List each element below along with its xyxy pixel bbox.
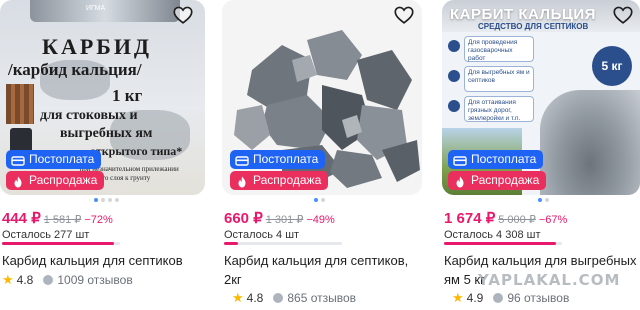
stock-bar <box>444 242 562 245</box>
pagination-dot[interactable] <box>115 198 119 202</box>
image-pagination <box>314 198 325 204</box>
pagination-dot[interactable] <box>538 198 542 202</box>
sale-label: Распродажа <box>29 173 98 187</box>
old-price: 5 000 ₽ <box>498 214 536 226</box>
discount-percent: −49% <box>306 214 335 226</box>
image-text: открытого типа* <box>90 144 183 158</box>
card-icon <box>453 154 467 166</box>
postpay-badge: Постоплата <box>6 150 102 169</box>
stock-bar-fill <box>444 242 557 245</box>
old-price: 1 301 ₽ <box>265 214 304 226</box>
bullet-icon <box>448 100 460 112</box>
product-title[interactable]: Карбид кальция для септиков, 2кг <box>224 251 408 289</box>
pagination-dot[interactable] <box>321 198 325 202</box>
pagination-dot[interactable] <box>108 198 112 202</box>
pagination-dot[interactable] <box>101 198 105 202</box>
reviews-count[interactable]: 1009 отзывов <box>57 273 132 287</box>
sale-label: Распродажа <box>253 173 322 187</box>
image-pagination <box>94 198 119 204</box>
bullet-icon <box>448 40 460 52</box>
sale-label: Распродажа <box>471 173 540 187</box>
image-pagination <box>538 198 549 204</box>
image-text: /карбид кальция/ <box>8 60 142 79</box>
fire-icon <box>453 175 467 187</box>
stock-bar-fill <box>2 242 115 245</box>
sale-badge: Распродажа <box>448 171 547 190</box>
product-card[interactable]: Постоплата Распродажа 660 ₽1 301 ₽ −49% О… <box>222 0 422 310</box>
reviews-icon <box>493 293 504 303</box>
product-image[interactable]: Постоплата Распродажа <box>222 0 422 195</box>
rating-value: 4.8 <box>246 291 264 305</box>
reviews-count[interactable]: 96 отзывов <box>507 291 569 305</box>
product-card[interactable]: КАРБИТ КАЛЬЦИЯ СРЕДСТВО ДЛЯ СЕПТИКОВ Для… <box>442 0 640 310</box>
postpay-label: Постоплата <box>253 152 319 166</box>
favorite-heart-icon[interactable] <box>172 4 194 26</box>
discount-percent: −67% <box>538 214 568 226</box>
bullet-icon <box>448 70 460 82</box>
image-text: КАРБИД <box>42 34 153 59</box>
image-text: для стоковых и <box>40 108 138 123</box>
fire-icon <box>235 175 249 187</box>
stock-remaining: Осталось 4 шт <box>224 229 300 241</box>
product-title-line: 2кг <box>224 272 242 287</box>
favorite-heart-icon[interactable] <box>612 4 634 26</box>
old-price: 1 581 ₽ <box>43 214 82 226</box>
reviews-count[interactable]: 865 отзывов <box>287 291 356 305</box>
pagination-dot[interactable] <box>545 198 549 202</box>
reviews-icon <box>273 293 284 303</box>
stock-bar <box>224 242 342 245</box>
can-label: ИГМА <box>86 5 106 12</box>
postpay-label: Постоплата <box>471 152 537 166</box>
fence-illustration <box>6 84 34 124</box>
stock-remaining: Осталось 277 шт <box>2 229 90 241</box>
rating-value: 4.8 <box>16 273 34 287</box>
postpay-badge: Постоплата <box>230 150 326 169</box>
fire-icon <box>11 175 25 187</box>
discount-percent: −72% <box>84 214 113 226</box>
product-image[interactable]: КАРБИТ КАЛЬЦИЯ СРЕДСТВО ДЛЯ СЕПТИКОВ Для… <box>442 0 640 195</box>
star-icon: ★ <box>232 290 244 305</box>
current-price: 444 ₽ <box>2 210 41 227</box>
stock-bar-fill <box>224 242 239 245</box>
image-text: 1 кг <box>112 86 143 105</box>
rating-row: ★ 4.8 865 отзывов <box>232 290 356 306</box>
rating-row: ★ 4.9 96 отзывов <box>452 290 569 306</box>
pagination-dot[interactable] <box>94 198 98 202</box>
sale-badge: Распродажа <box>6 171 105 190</box>
image-tile: Для проведения газосварочных работ <box>464 36 534 62</box>
postpay-label: Постоплата <box>29 152 95 166</box>
price-row: 444 ₽1 581 ₽ −72% <box>2 209 113 228</box>
watermark: YAPLAKAL.COM <box>478 271 621 289</box>
image-subtitle: СРЕДСТВО ДЛЯ СЕПТИКОВ <box>478 22 589 31</box>
product-title-line: Карбид кальция для выгребных <box>444 253 637 268</box>
price-row: 1 674 ₽5 000 ₽ −67% <box>444 209 567 228</box>
current-price: 1 674 ₽ <box>444 210 496 227</box>
price-row: 660 ₽1 301 ₽ −49% <box>224 209 335 228</box>
reviews-icon <box>43 275 54 285</box>
carbide-pile-photo <box>540 90 640 195</box>
image-tile: Для оттаивания грязных дорог, землеройки… <box>464 96 534 122</box>
star-icon: ★ <box>452 290 464 305</box>
stock-bar <box>2 242 120 245</box>
weight-circle: 5 кг <box>592 46 632 86</box>
product-title-line: Карбид кальция для септиков, <box>224 253 409 268</box>
sale-badge: Распродажа <box>230 171 329 190</box>
stock-remaining: Осталось 4 308 шт <box>444 229 541 241</box>
image-tile: Для выгребных ям и септиков <box>464 66 534 92</box>
image-text: выгребных ям <box>60 126 153 141</box>
product-card[interactable]: ИГМА КАРБИД /карбид кальция/ 1 кг для ст… <box>0 0 205 310</box>
product-image[interactable]: ИГМА КАРБИД /карбид кальция/ 1 кг для ст… <box>0 0 205 195</box>
pagination-dot[interactable] <box>314 198 318 202</box>
image-title: КАРБИТ КАЛЬЦИЯ <box>450 6 596 23</box>
star-icon: ★ <box>2 272 14 287</box>
current-price: 660 ₽ <box>224 210 263 227</box>
card-icon <box>11 154 25 166</box>
product-title[interactable]: Карбид кальция для септиков <box>2 251 183 270</box>
card-icon <box>235 154 249 166</box>
favorite-heart-icon[interactable] <box>393 4 415 26</box>
postpay-badge: Постоплата <box>448 150 544 169</box>
rating-value: 4.9 <box>466 291 484 305</box>
rating-row: ★ 4.8 1009 отзывов <box>2 272 133 288</box>
